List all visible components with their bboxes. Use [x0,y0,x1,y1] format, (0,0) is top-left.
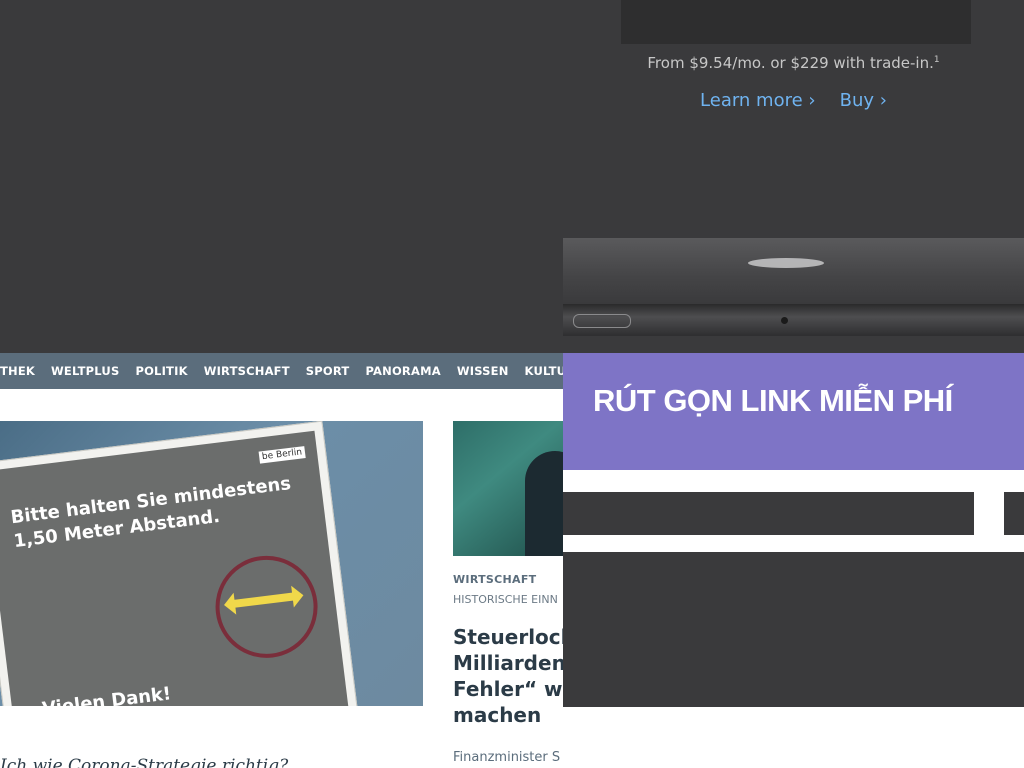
nav-item-panorama[interactable]: PANORAMA [365,364,440,378]
news-main-nav: THEK WELTPLUS POLITIK WIRTSCHAFT SPORT P… [0,353,563,389]
shorten-button[interactable] [1004,492,1024,535]
news-page: THEK WELTPLUS POLITIK WIRTSCHAFT SPORT P… [0,0,563,768]
product-promo: From $9.54/mo. or $229 with trade-in.1 L… [563,0,1024,353]
nav-item-wirtschaft[interactable]: WIRTSCHAFT [204,364,290,378]
article-thumbnail[interactable] [453,421,563,556]
article-category[interactable]: WIRTSCHAFT [453,573,536,586]
url-input[interactable] [563,492,974,535]
learn-more-link[interactable]: Learn more › [700,90,816,111]
device-dot-icon [781,317,788,324]
nav-item-kultur[interactable]: KULTUR [525,364,563,378]
nav-item-weltplus[interactable]: WELTPLUS [51,364,119,378]
buy-link[interactable]: Buy › [840,90,887,111]
device-screen [621,0,971,44]
nav-item-wissen[interactable]: WISSEN [457,364,509,378]
headline-line2: Milliarden – [453,651,563,675]
shortener-banner: RÚT GỌN LINK MIỄN PHÍ [563,353,1024,470]
price-label: From $9.54/mo. or $229 with trade-in. [647,54,934,72]
price-footnote[interactable]: 1 [934,55,940,65]
nav-item-sport[interactable]: SPORT [306,364,350,378]
device-button-icon [573,314,631,328]
price-text: From $9.54/mo. or $229 with trade-in.1 [563,54,1024,72]
sign-board: be Berlin Bitte halten Sie mindestens 1,… [0,430,350,706]
distance-sign: be Berlin Bitte halten Sie mindestens 1,… [0,421,360,706]
sign-text: Bitte halten Sie mindestens 1,50 Meter A… [9,472,295,554]
headline-line4: machen [453,703,542,727]
be-berlin-logo: be Berlin [258,446,306,464]
sign-footer: Vielen Dank! [41,683,173,706]
shortener-title: RÚT GỌN LINK MIỄN PHÍ [593,383,953,418]
article-subcategory: HISTORISCHE EINN [453,593,558,606]
apple-logo-icon [748,258,824,268]
headline-line3: Fehler“ wil [453,677,563,701]
device-rail [563,304,1024,336]
nav-item-thek[interactable]: THEK [0,364,35,378]
teaser-headline[interactable]: Ich wie Corona-Strategie richtig? [0,756,288,768]
person-figure [525,451,563,556]
promo-links: Learn more › Buy › [563,90,1024,111]
hero-article-image[interactable]: be Berlin Bitte halten Sie mindestens 1,… [0,421,423,706]
headline-line1: Steuerloch [453,625,563,649]
article-headline[interactable]: Steuerloch Milliarden – Fehler“ wil mach… [453,624,563,728]
link-shortener: RÚT GỌN LINK MIỄN PHÍ [563,353,1024,707]
device-edge [563,238,1024,304]
article-byline: Finanzminister S [453,750,561,765]
nav-item-politik[interactable]: POLITIK [135,364,187,378]
news-overlay-dark [0,0,563,353]
